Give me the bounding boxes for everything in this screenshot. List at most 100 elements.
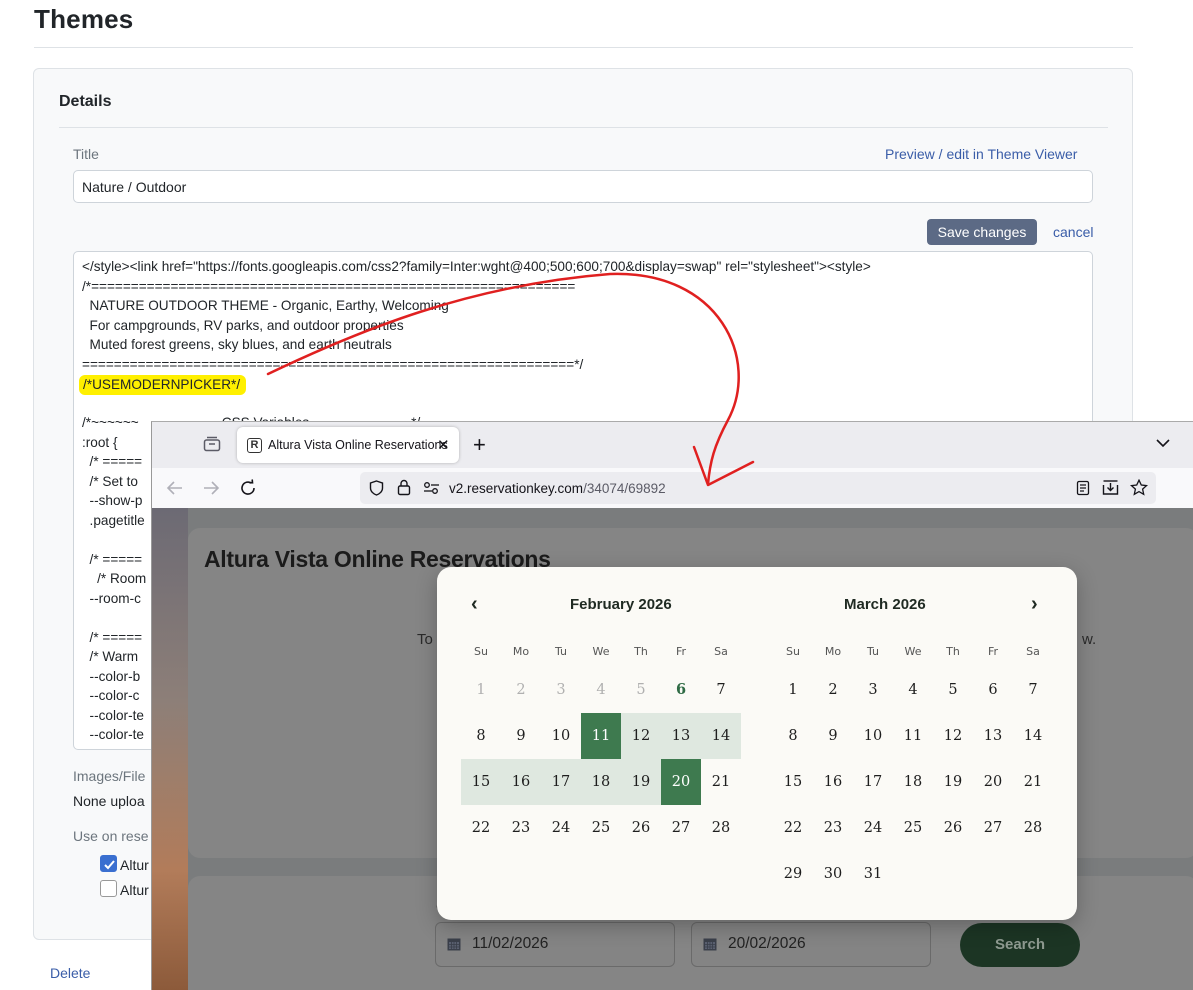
calendar-day[interactable]: 30 <box>813 851 853 897</box>
reader-view-icon[interactable] <box>1076 480 1090 496</box>
calendar-day[interactable]: 22 <box>461 805 501 851</box>
calendar-day[interactable]: 27 <box>661 805 701 851</box>
calendar-day[interactable]: 17 <box>853 759 893 805</box>
calendar-day[interactable]: 27 <box>973 805 1013 851</box>
calendar-day[interactable]: 23 <box>813 805 853 851</box>
checkin-date-input[interactable]: 11/02/2026 <box>435 922 675 967</box>
calendar-day[interactable]: 10 <box>541 713 581 759</box>
reload-icon[interactable] <box>239 479 257 497</box>
calendar-day-in-range[interactable]: 17 <box>541 759 581 805</box>
background-photo <box>152 508 188 990</box>
browser-tab[interactable]: R Altura Vista Online Reservations ✕ <box>237 427 459 463</box>
calendar-day-in-range[interactable]: 18 <box>581 759 621 805</box>
calendar-day[interactable]: 2 <box>813 667 853 713</box>
search-button[interactable]: Search <box>960 923 1080 967</box>
url-bar[interactable]: v2.reservationkey.com/34074/69892 <box>360 472 1156 504</box>
calendar-day[interactable]: 9 <box>501 713 541 759</box>
calendar-day[interactable]: 28 <box>701 805 741 851</box>
save-to-pocket-icon[interactable] <box>1102 479 1119 496</box>
calendar-day[interactable]: 24 <box>853 805 893 851</box>
permissions-icon[interactable] <box>423 481 440 495</box>
tab-groups-icon[interactable] <box>203 436 221 452</box>
code-line: /*======================================… <box>82 279 576 294</box>
title-label: Title <box>73 146 99 162</box>
calendar-day[interactable]: 29 <box>773 851 813 897</box>
calendar-day-selected[interactable]: 20 <box>661 759 701 805</box>
calendar-day[interactable]: 4 <box>893 667 933 713</box>
calendar-day[interactable]: 26 <box>621 805 661 851</box>
calendar-day[interactable]: 7 <box>701 667 741 713</box>
weekday-header: We <box>904 645 922 658</box>
intro-text-fragment: To <box>417 631 433 648</box>
calendar-day[interactable]: 20 <box>973 759 1013 805</box>
property-label: Altur <box>120 857 149 873</box>
calendar-day[interactable]: 18 <box>893 759 933 805</box>
cancel-link[interactable]: cancel <box>1053 224 1093 240</box>
lock-icon[interactable] <box>397 479 411 496</box>
code-line: /* Warm <box>82 649 139 664</box>
calendar-day[interactable]: 25 <box>893 805 933 851</box>
chevron-down-icon[interactable] <box>1156 438 1170 448</box>
calendar-day[interactable]: 25 <box>581 805 621 851</box>
prev-month-icon[interactable]: ‹ <box>471 593 478 616</box>
calendar-day[interactable]: 1 <box>773 667 813 713</box>
calendar-day[interactable]: 21 <box>701 759 741 805</box>
calendar-day[interactable]: 10 <box>853 713 893 759</box>
property-checkbox[interactable] <box>100 880 117 897</box>
calendar-day[interactable]: 22 <box>773 805 813 851</box>
next-month-icon[interactable]: › <box>1031 593 1038 616</box>
calendar-day[interactable]: 15 <box>773 759 813 805</box>
preview-theme-link[interactable]: Preview / edit in Theme Viewer <box>885 146 1077 162</box>
calendar-day-in-range[interactable]: 13 <box>661 713 701 759</box>
calendar-day-in-range[interactable]: 12 <box>621 713 661 759</box>
calendar-day[interactable]: 6 <box>973 667 1013 713</box>
calendar-day-in-range[interactable]: 15 <box>461 759 501 805</box>
calendar-day[interactable]: 11 <box>893 713 933 759</box>
date-picker: ‹ › February 2026 March 2026 Su Mo Tu We Th F… <box>437 567 1077 920</box>
calendar-day[interactable]: 14 <box>1013 713 1053 759</box>
new-tab-icon[interactable]: + <box>473 432 486 458</box>
delete-link[interactable]: Delete <box>50 965 90 981</box>
calendar-day-in-range[interactable]: 14 <box>701 713 741 759</box>
calendar-day: 2 <box>516 682 526 698</box>
calendar-day[interactable]: 26 <box>933 805 973 851</box>
calendar-day[interactable]: 3 <box>853 667 893 713</box>
calendar-day-in-range[interactable]: 16 <box>501 759 541 805</box>
calendar-day[interactable]: 13 <box>973 713 1013 759</box>
calendar-day-in-range[interactable]: 19 <box>621 759 661 805</box>
calendar-day[interactable]: 9 <box>813 713 853 759</box>
details-heading: Details <box>59 93 112 110</box>
property-checkbox[interactable] <box>100 855 117 872</box>
check-icon <box>104 860 115 870</box>
calendar-day-selected[interactable]: 11 <box>581 713 621 759</box>
shield-icon[interactable] <box>369 480 384 496</box>
save-button[interactable]: Save changes <box>927 219 1037 245</box>
tab-title: Altura Vista Online Reservations <box>268 438 448 452</box>
site-favicon: R <box>247 438 262 453</box>
code-line: :root { <box>82 435 118 450</box>
back-arrow-icon[interactable] <box>166 480 184 496</box>
calendar-day[interactable]: 19 <box>933 759 973 805</box>
calendar-day[interactable]: 5 <box>933 667 973 713</box>
calendar-day[interactable]: 24 <box>541 805 581 851</box>
calendar-day[interactable]: 7 <box>1013 667 1053 713</box>
calendar-day-today[interactable]: 6 <box>661 667 701 713</box>
calendar-day[interactable]: 8 <box>773 713 813 759</box>
title-input[interactable] <box>73 170 1093 203</box>
url-text[interactable]: v2.reservationkey.com/34074/69892 <box>449 481 666 496</box>
calendar-day[interactable]: 28 <box>1013 805 1053 851</box>
bookmark-star-icon[interactable] <box>1130 479 1148 496</box>
calendar-day[interactable]: 21 <box>1013 759 1053 805</box>
forward-arrow-icon[interactable] <box>202 480 220 496</box>
month-title: March 2026 <box>844 596 926 613</box>
title-divider <box>34 47 1133 48</box>
weekday-header: Mo <box>512 645 530 658</box>
calendar-day[interactable]: 12 <box>933 713 973 759</box>
calendar-day[interactable]: 23 <box>501 805 541 851</box>
calendar-day[interactable]: 16 <box>813 759 853 805</box>
calendar-day[interactable]: 31 <box>853 851 893 897</box>
close-icon[interactable]: ✕ <box>437 436 450 454</box>
weekday-header: Fr <box>987 645 999 658</box>
calendar-day[interactable]: 8 <box>461 713 501 759</box>
checkout-date-input[interactable]: 20/02/2026 <box>691 922 931 967</box>
